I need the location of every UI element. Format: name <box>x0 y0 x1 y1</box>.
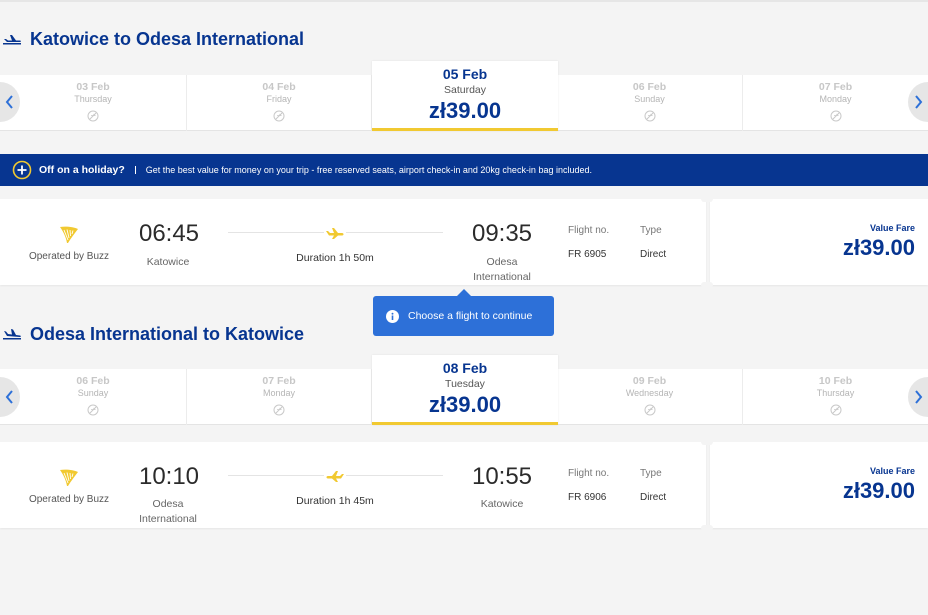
flight-type: Direct <box>640 492 667 503</box>
weekday-label: Thursday <box>74 94 112 104</box>
outbound-date-0[interactable]: 03 Feb Thursday <box>0 75 187 131</box>
no-flights-icon <box>87 110 99 122</box>
plane-icon <box>324 470 346 482</box>
weekday-label: Saturday <box>443 84 487 96</box>
date-label: 05 Feb <box>442 66 488 82</box>
arrival-city: Katowice <box>480 498 524 510</box>
operator-label: Operated by Buzz <box>28 494 110 505</box>
date-label: 08 Feb <box>442 360 488 376</box>
ticket-notch <box>701 282 713 288</box>
inbound-section-title: Odesa International to Katowice <box>0 319 304 349</box>
date-label: 10 Feb <box>818 375 853 387</box>
flight-duration: Duration 1h 45m <box>296 495 374 507</box>
outbound-section-title: Katowice to Odesa International <box>0 24 304 54</box>
ticket-notch <box>701 196 713 202</box>
weekday-label: Thursday <box>816 388 855 398</box>
plane-takeoff-icon <box>3 35 21 45</box>
plane-landing-icon <box>3 329 21 340</box>
departure-city-line2: International <box>139 513 197 525</box>
choose-flight-tooltip: Choose a flight to continue <box>373 289 554 336</box>
chevron-right-icon <box>915 95 923 109</box>
date-label: 06 Feb <box>632 81 667 93</box>
weekday-label: Friday <box>266 94 292 104</box>
banner-title: Off on a holiday? <box>39 164 125 176</box>
outbound-fare-card[interactable]: Value Fare zł39.00 <box>710 199 928 285</box>
no-flights-icon <box>830 110 841 122</box>
outbound-date-3[interactable]: 06 Feb Sunday <box>557 75 743 131</box>
date-label: 09 Feb <box>632 375 667 387</box>
arrival-time: 09:35 <box>471 220 533 247</box>
flight-no-label: Flight no. <box>568 468 610 479</box>
date-price: zł39.00 <box>428 392 502 417</box>
date-label: 07 Feb <box>818 81 853 93</box>
departure-time: 06:45 <box>138 220 200 247</box>
inbound-date-0[interactable]: 06 Feb Sunday <box>0 369 187 425</box>
weekday-label: Tuesday <box>445 378 485 390</box>
type-label: Type <box>640 468 662 479</box>
weekday-label: Sunday <box>634 94 665 104</box>
departure-city: Katowice <box>146 256 190 268</box>
ticket-notch <box>701 439 713 445</box>
departure-city-line1: Odesa <box>152 498 184 510</box>
outbound-title: Katowice to Odesa International <box>30 28 305 49</box>
departure-time: 10:10 <box>138 463 200 490</box>
inbound-date-1[interactable]: 07 Feb Monday <box>187 369 372 425</box>
no-flights-icon <box>273 110 285 122</box>
date-label: 04 Feb <box>262 81 296 93</box>
chevron-left-icon <box>5 390 13 404</box>
weekday-label: Wednesday <box>625 388 674 398</box>
inbound-fare-card[interactable]: Value Fare zł39.00 <box>710 442 928 528</box>
banner-divider <box>134 166 136 174</box>
date-label: 07 Feb <box>262 375 296 387</box>
date-price: zł39.00 <box>428 98 502 123</box>
chevron-left-icon <box>5 95 13 109</box>
outbound-date-selected[interactable]: 05 Feb Saturday zł39.00 <box>372 61 558 131</box>
fare-type: Value Fare <box>869 223 915 233</box>
flight-duration: Duration 1h 50m <box>296 252 374 264</box>
harp-logo-icon <box>60 469 78 486</box>
no-flights-icon <box>273 404 285 416</box>
weekday-label: Monday <box>819 94 852 104</box>
holiday-banner[interactable]: Off on a holiday? Get the best value for… <box>0 154 928 186</box>
top-divider <box>0 0 928 2</box>
inbound-flight-card[interactable]: Operated by Buzz 10:10 Odesa Internation… <box>0 442 706 528</box>
weekday-label: Monday <box>262 388 296 398</box>
inbound-title: Odesa International to Katowice <box>30 323 305 344</box>
arrival-time: 10:55 <box>471 463 533 490</box>
plane-icon <box>324 227 346 239</box>
fare-type: Value Fare <box>869 466 915 476</box>
date-label: 03 Feb <box>76 81 110 93</box>
no-flights-icon <box>87 404 99 416</box>
operator-label: Operated by Buzz <box>28 251 110 262</box>
flight-no-label: Flight no. <box>568 225 610 236</box>
harp-logo-icon <box>60 226 78 243</box>
outbound-date-1[interactable]: 04 Feb Friday <box>187 75 372 131</box>
no-flights-icon <box>830 404 841 416</box>
flight-number: FR 6905 <box>568 249 607 260</box>
tooltip-text: Choose a flight to continue <box>408 310 533 322</box>
no-flights-icon <box>644 404 655 416</box>
flight-number: FR 6906 <box>568 492 607 503</box>
fare-price: zł39.00 <box>842 235 915 260</box>
inbound-date-4[interactable]: 10 Feb Thursday <box>743 369 928 425</box>
outbound-date-4[interactable]: 07 Feb Monday <box>743 75 928 131</box>
chevron-right-icon <box>915 390 923 404</box>
outbound-flight-card[interactable]: Operated by Buzz 06:45 Katowice Duration… <box>0 199 706 285</box>
arrival-city: Odesa International <box>457 255 547 285</box>
inbound-date-3[interactable]: 09 Feb Wednesday <box>557 369 743 425</box>
banner-text: Get the best value for money on your tri… <box>145 165 592 175</box>
fare-price: zł39.00 <box>842 478 915 503</box>
no-flights-icon <box>644 110 655 122</box>
inbound-date-selected[interactable]: 08 Feb Tuesday zł39.00 <box>372 355 558 425</box>
arrival-city-line1: Odesa <box>486 256 518 268</box>
flight-type: Direct <box>640 249 667 260</box>
ticket-notch <box>701 525 713 531</box>
type-label: Type <box>640 225 662 236</box>
departure-city: Odesa International <box>123 497 213 527</box>
arrival-city-line2: International <box>473 271 531 283</box>
date-label: 06 Feb <box>76 375 110 387</box>
plus-circle-icon <box>12 160 32 180</box>
info-icon <box>386 309 399 323</box>
weekday-label: Sunday <box>77 388 109 398</box>
